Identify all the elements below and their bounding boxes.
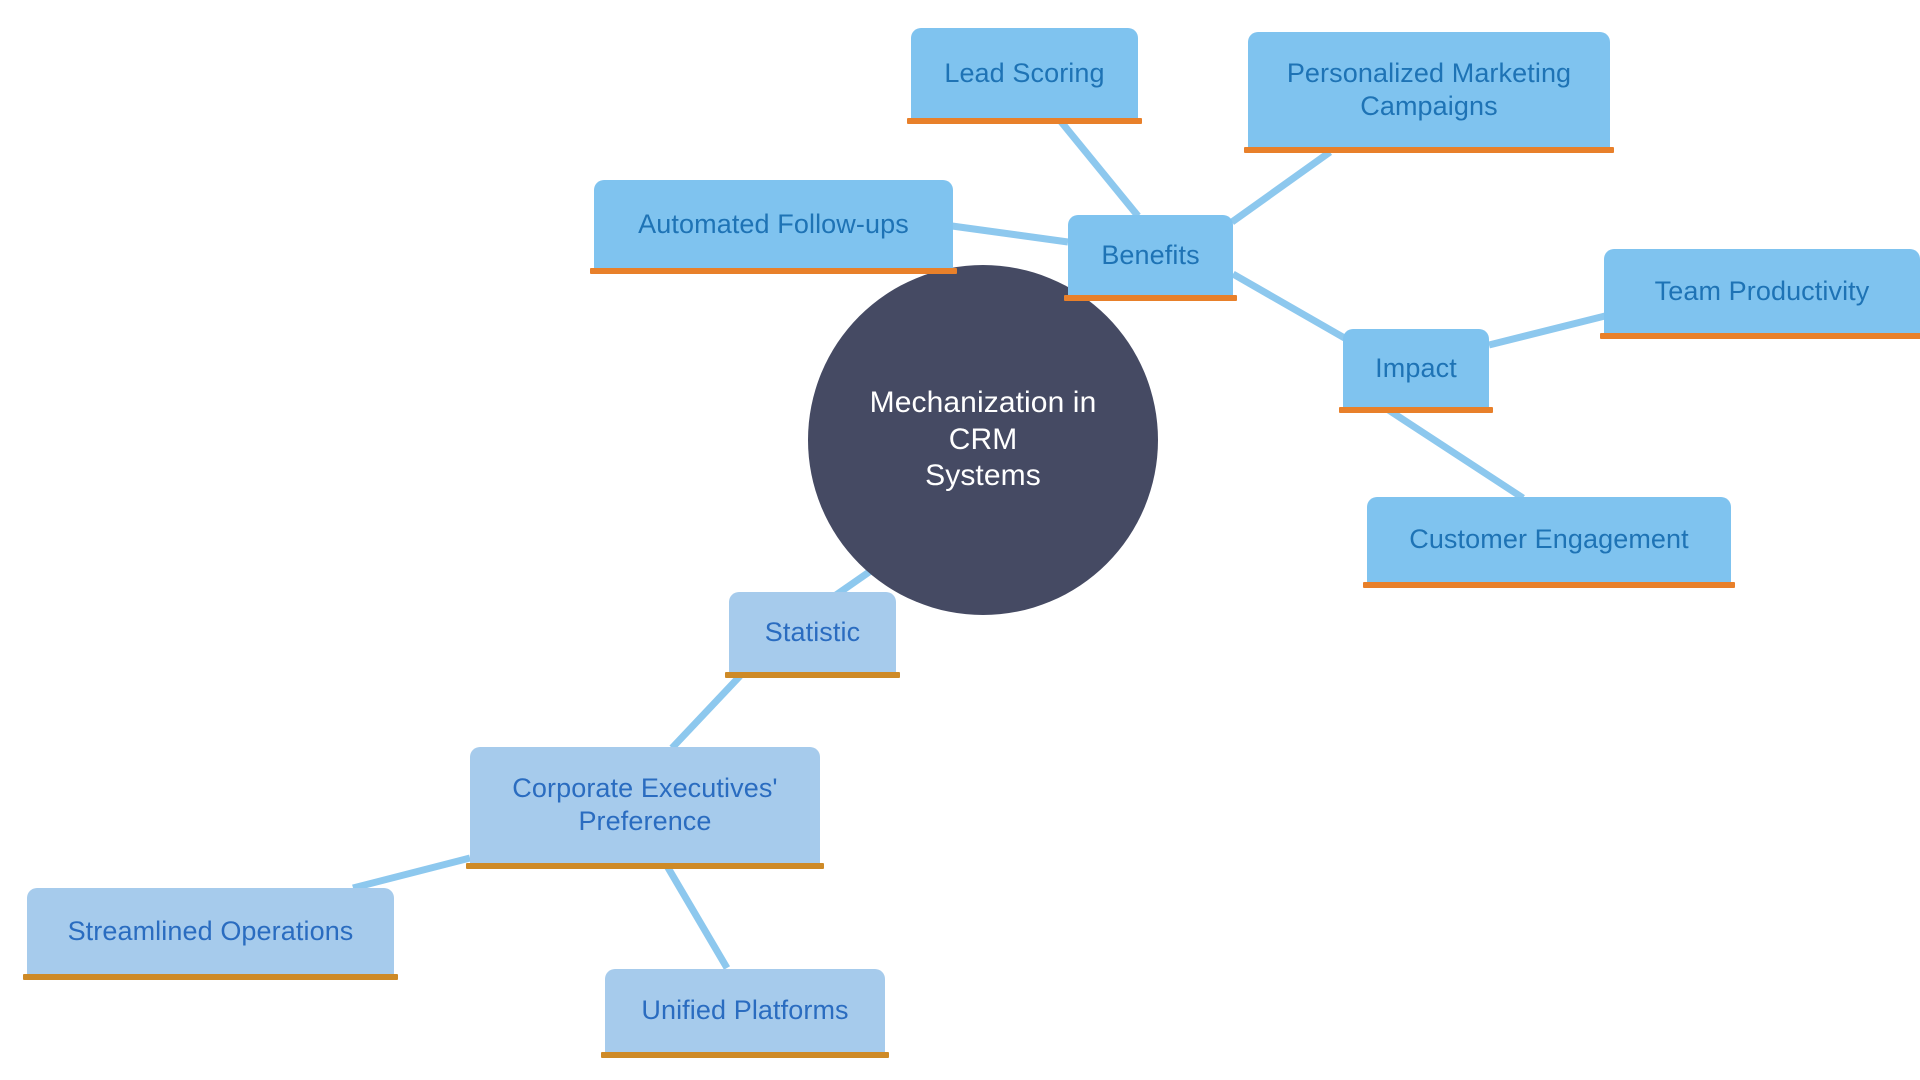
node-label-impact: Impact	[1375, 352, 1457, 383]
node-underline-automated-follow-ups	[590, 268, 957, 274]
edge-benefits-to-automated-follow-ups	[951, 222, 1069, 246]
node-automated-follow-ups[interactable]: Automated Follow-ups	[590, 180, 957, 274]
node-underline-team-productivity	[1600, 333, 1920, 339]
node-unified-platforms[interactable]: Unified Platforms	[601, 969, 889, 1058]
node-corporate-executives-preference[interactable]: Corporate Executives' Preference	[466, 747, 824, 869]
node-label-team-productivity: Team Productivity	[1654, 275, 1870, 306]
node-underline-statistic	[725, 672, 900, 678]
node-label-personalized-marketing-campaigns: Personalized Marketing Campaigns	[1286, 57, 1572, 121]
node-personalized-marketing-campaigns[interactable]: Personalized Marketing Campaigns	[1244, 32, 1614, 153]
node-underline-personalized-marketing-campaigns	[1244, 147, 1614, 153]
edge-corporate-executives-preference-to-streamlined-operations	[352, 854, 471, 892]
node-label-streamlined-operations: Streamlined Operations	[67, 915, 354, 946]
node-label-customer-engagement: Customer Engagement	[1409, 524, 1689, 555]
edge-benefits-to-lead-scoring	[1055, 115, 1141, 219]
node-underline-unified-platforms	[601, 1052, 889, 1058]
node-team-productivity[interactable]: Team Productivity	[1600, 249, 1920, 339]
mindmap-canvas: Mechanization in CRM Systems Lead Scorin…	[0, 0, 1920, 1080]
node-label-statistic: Statistic	[764, 616, 861, 647]
node-underline-impact	[1339, 407, 1493, 413]
node-label-unified-platforms: Unified Platforms	[641, 995, 849, 1026]
node-underline-benefits	[1064, 295, 1237, 301]
node-label-lead-scoring: Lead Scoring	[944, 57, 1105, 88]
node-customer-engagement[interactable]: Customer Engagement	[1363, 497, 1735, 588]
node-underline-streamlined-operations	[23, 974, 398, 980]
node-underline-corporate-executives-preference	[466, 863, 824, 869]
node-label-corporate-executives-preference: Corporate Executives' Preference	[512, 773, 778, 836]
node-streamlined-operations[interactable]: Streamlined Operations	[23, 888, 398, 980]
node-lead-scoring[interactable]: Lead Scoring	[907, 28, 1142, 124]
edge-benefits-to-impact	[1231, 270, 1350, 344]
node-underline-lead-scoring	[907, 118, 1142, 124]
edge-benefits-to-personalized-marketing-campaigns	[1229, 149, 1333, 225]
node-statistic[interactable]: Statistic	[725, 592, 900, 678]
node-label-benefits: Benefits	[1101, 239, 1200, 270]
edge-impact-to-customer-engagement	[1385, 406, 1525, 501]
root-node-label: Mechanization in CRM Systems	[869, 386, 1097, 493]
node-impact[interactable]: Impact	[1339, 329, 1493, 413]
node-label-automated-follow-ups: Automated Follow-ups	[638, 208, 909, 239]
edge-impact-to-team-productivity	[1488, 312, 1606, 349]
node-underline-customer-engagement	[1363, 582, 1735, 588]
node-benefits[interactable]: Benefits	[1064, 215, 1237, 301]
edge-corporate-executives-preference-to-unified-platforms	[663, 864, 731, 970]
root-node[interactable]: Mechanization in CRM Systems	[808, 265, 1158, 615]
edge-statistic-to-corporate-executives-preference	[669, 673, 743, 751]
